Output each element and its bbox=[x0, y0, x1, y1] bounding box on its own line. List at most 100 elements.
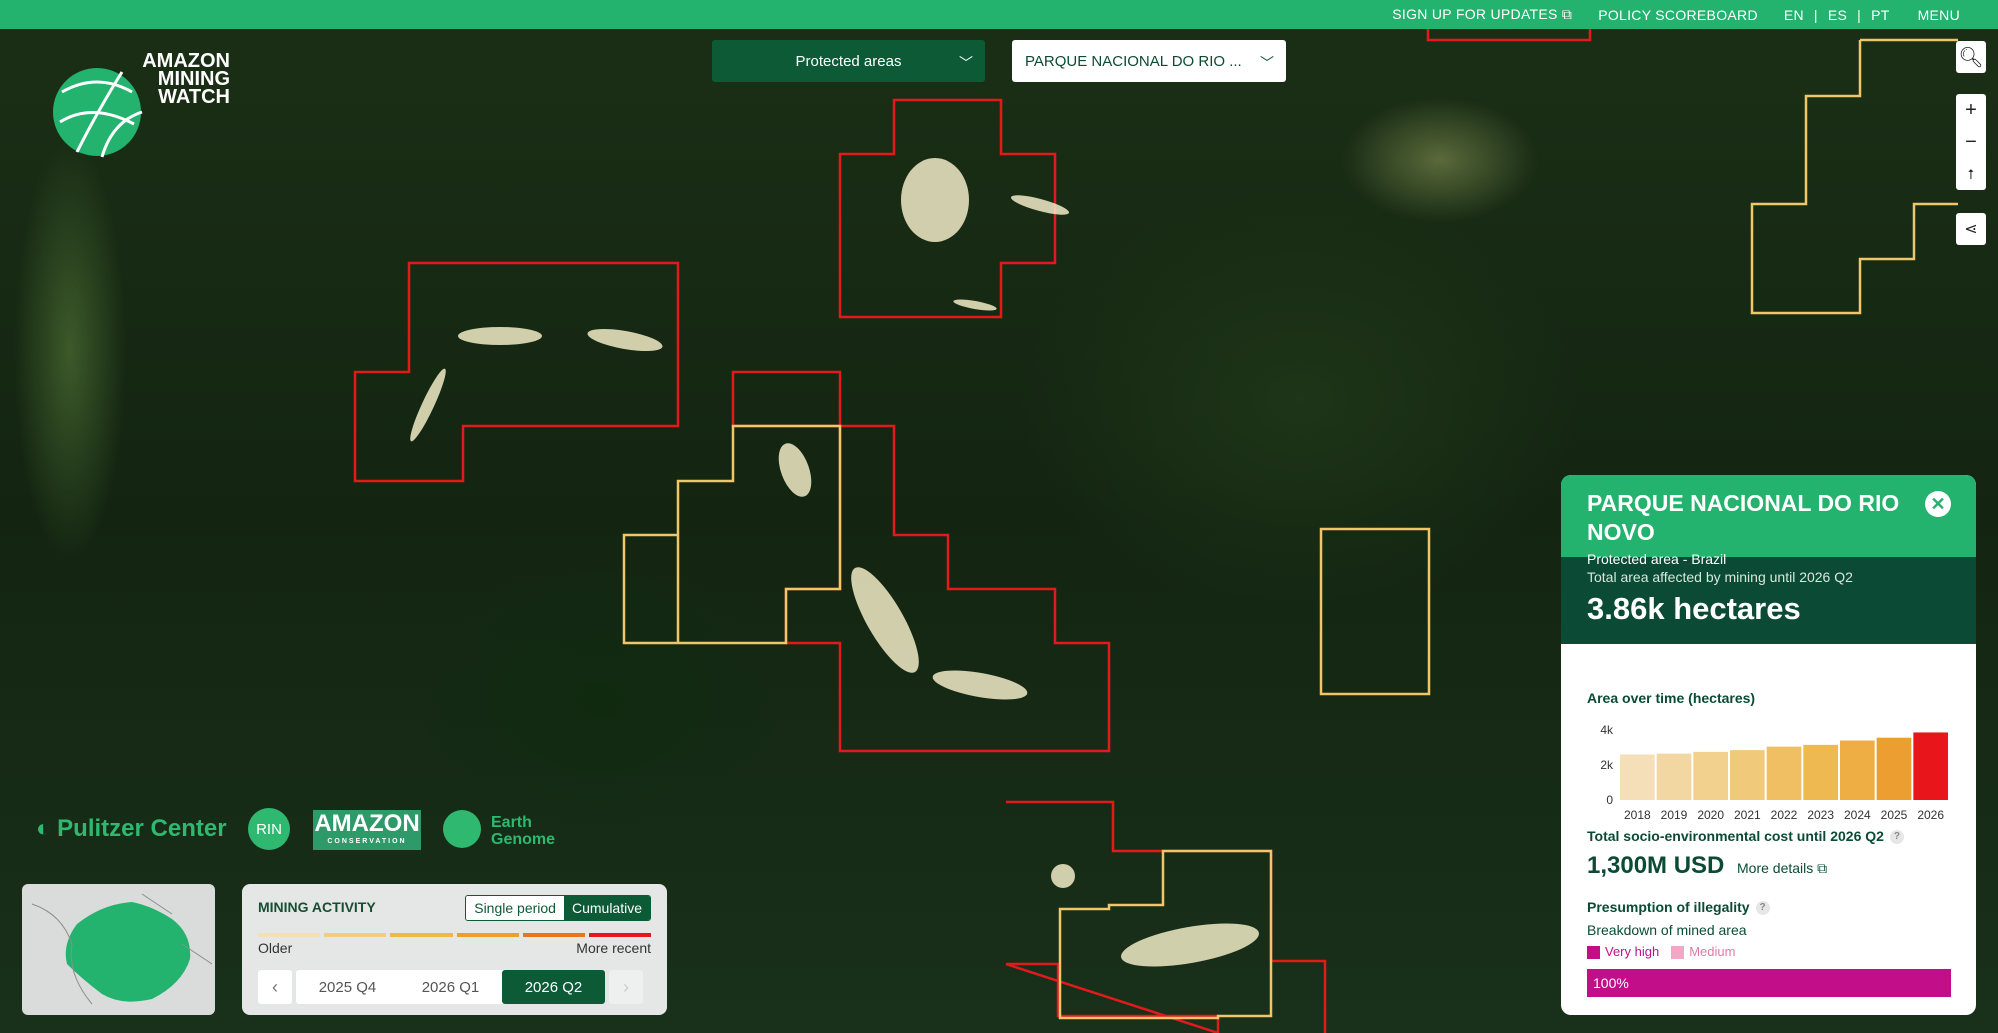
x-tick-label: 2018 bbox=[1624, 808, 1651, 822]
legend-medium: Medium bbox=[1671, 944, 1735, 960]
zoom-controls: + − ⭡ bbox=[1956, 94, 1986, 190]
mining-polygon bbox=[353, 261, 680, 483]
area-over-time-chart: 4k 2k 0 2018 2019 2020 2021 2022 2023 2024 2025 202… bbox=[1600, 723, 1948, 822]
cumulative-button[interactable]: Cumulative bbox=[563, 896, 650, 920]
y-tick-label: 0 bbox=[1606, 793, 1613, 807]
y-tick-label: 4k bbox=[1600, 723, 1614, 737]
area-info-panel: PARQUE NACIONAL DO RIO NOVO Protected ar… bbox=[1561, 475, 1976, 1015]
policy-scoreboard-link[interactable]: POLICY SCOREBOARD bbox=[1598, 7, 1758, 23]
illegality-title: Presumption of illegality? bbox=[1587, 899, 1770, 916]
single-period-button[interactable]: Single period bbox=[466, 896, 564, 920]
cost-value: 1,300M USD bbox=[1587, 852, 1725, 879]
earth-genome-icon bbox=[443, 810, 481, 848]
breakdown-label: Breakdown of mined area bbox=[1587, 922, 1747, 938]
protected-polygon bbox=[1319, 527, 1431, 696]
search-icon[interactable]: 🔍︎ bbox=[1956, 41, 1986, 73]
period-option-active[interactable]: 2026 Q2 bbox=[502, 970, 605, 1004]
compass-icon[interactable]: ⭡ bbox=[1956, 158, 1986, 190]
help-icon[interactable]: ? bbox=[1755, 901, 1770, 916]
x-tick-label: 2025 bbox=[1881, 808, 1908, 822]
recency-color-scale bbox=[258, 933, 652, 938]
amazon-conservation-logo[interactable]: AMAZON CONSERVATION bbox=[313, 810, 421, 850]
lang-divider: | bbox=[1857, 6, 1862, 23]
chevron-left-icon: ‹ bbox=[272, 976, 278, 997]
lang-divider: | bbox=[1813, 6, 1818, 23]
bar[interactable] bbox=[1766, 746, 1802, 800]
bar[interactable] bbox=[1656, 753, 1692, 800]
previous-period-button[interactable]: ‹ bbox=[258, 970, 292, 1004]
mining-polygon bbox=[1005, 800, 1327, 1033]
language-switcher: EN | ES | PT bbox=[1784, 7, 1890, 23]
bar[interactable] bbox=[1620, 754, 1655, 801]
period-option[interactable]: 2025 Q4 bbox=[296, 970, 399, 1004]
chevron-down-icon: ﹀ bbox=[1260, 55, 1274, 71]
scale-step bbox=[522, 933, 585, 937]
x-tick-label: 2024 bbox=[1844, 808, 1871, 822]
signup-link[interactable]: SIGN UP FOR UPDATES ⧉ bbox=[1392, 6, 1572, 23]
period-selector: ‹ 2025 Q4 2026 Q1 2026 Q2 › bbox=[258, 970, 651, 1004]
y-tick-label: 2k bbox=[1600, 758, 1614, 772]
chevron-right-icon: › bbox=[623, 976, 629, 997]
logo-leaf-icon bbox=[53, 68, 143, 158]
total-area-label: Total area affected by mining until 2026… bbox=[1587, 569, 1853, 585]
x-tick-label: 2019 bbox=[1661, 808, 1688, 822]
external-link-icon: ⧉ bbox=[1817, 860, 1828, 876]
top-bar: SIGN UP FOR UPDATES ⧉ POLICY SCOREBOARD … bbox=[0, 0, 1998, 29]
overview-minimap[interactable] bbox=[22, 884, 215, 1015]
protected-polygon bbox=[622, 424, 842, 645]
scale-step bbox=[324, 933, 387, 937]
zoom-out-icon[interactable]: − bbox=[1956, 126, 1986, 158]
panel-header: PARQUE NACIONAL DO RIO NOVO Protected ar… bbox=[1561, 475, 1976, 567]
scale-older-label: Older bbox=[258, 940, 293, 956]
x-tick-label: 2021 bbox=[1734, 808, 1761, 822]
pulitzer-logo[interactable]: ◐ Pulitzer Center bbox=[36, 815, 227, 843]
share-control: ⋖ bbox=[1956, 213, 1986, 245]
illegality-legend: Very high Medium bbox=[1587, 944, 1735, 960]
bar[interactable] bbox=[1693, 751, 1728, 800]
menu-button[interactable]: MENU bbox=[1918, 7, 1960, 23]
scale-step bbox=[390, 933, 453, 937]
bar[interactable] bbox=[1840, 740, 1875, 801]
scale-step bbox=[258, 933, 321, 937]
cost-title: Total socio-environmental cost until 202… bbox=[1587, 828, 1904, 845]
bar[interactable] bbox=[1913, 732, 1948, 800]
illegality-bar: 100% bbox=[1587, 969, 1951, 997]
scale-step bbox=[588, 933, 652, 937]
share-icon[interactable]: ⋖ bbox=[1956, 213, 1986, 245]
lang-es[interactable]: ES bbox=[1828, 7, 1847, 23]
x-tick-label: 2023 bbox=[1807, 808, 1834, 822]
zoom-in-icon[interactable]: + bbox=[1956, 94, 1986, 126]
rin-logo[interactable]: RIN bbox=[248, 808, 290, 850]
x-tick-label: 2022 bbox=[1771, 808, 1798, 822]
external-link-icon: ⧉ bbox=[1561, 6, 1573, 22]
bar[interactable] bbox=[1803, 744, 1838, 800]
close-icon[interactable]: ✕ bbox=[1925, 491, 1951, 517]
lang-en[interactable]: EN bbox=[1784, 7, 1804, 23]
pulitzer-icon: ◐ bbox=[36, 815, 51, 842]
chevron-down-icon: ﹀ bbox=[959, 55, 973, 71]
amazon-region-shape bbox=[65, 902, 191, 1002]
next-period-button[interactable]: › bbox=[609, 970, 643, 1004]
panel-title: PARQUE NACIONAL DO RIO NOVO bbox=[1587, 490, 1900, 545]
total-area-value: 3.86k hectares bbox=[1587, 591, 1801, 626]
total-area-box: Total area affected by mining until 2026… bbox=[1561, 557, 1976, 644]
area-select[interactable]: PARQUE NACIONAL DO RIO ... ﹀ bbox=[1012, 40, 1286, 82]
logo-text: AMAZON MINING WATCH bbox=[142, 50, 230, 108]
mode-toggle: Single period Cumulative bbox=[465, 895, 651, 921]
protected-polygon bbox=[1750, 38, 1958, 315]
bar[interactable] bbox=[1730, 750, 1765, 800]
x-tick-label: 2026 bbox=[1917, 808, 1944, 822]
x-tick-label: 2020 bbox=[1697, 808, 1724, 822]
legend-very-high: Very high bbox=[1587, 944, 1659, 960]
help-icon[interactable]: ? bbox=[1889, 830, 1904, 845]
mining-polygon bbox=[731, 370, 1111, 753]
layer-select[interactable]: Protected areas ﹀ bbox=[712, 40, 985, 82]
activity-title: MINING ACTIVITY bbox=[258, 899, 376, 915]
mining-polygon bbox=[1426, 29, 1592, 42]
period-option[interactable]: 2026 Q1 bbox=[399, 970, 502, 1004]
lang-pt[interactable]: PT bbox=[1871, 7, 1890, 23]
bar[interactable] bbox=[1876, 737, 1912, 800]
more-details-link[interactable]: More details ⧉ bbox=[1737, 860, 1827, 877]
search-control: 🔍︎ bbox=[1956, 41, 1986, 73]
scale-step bbox=[456, 933, 519, 937]
